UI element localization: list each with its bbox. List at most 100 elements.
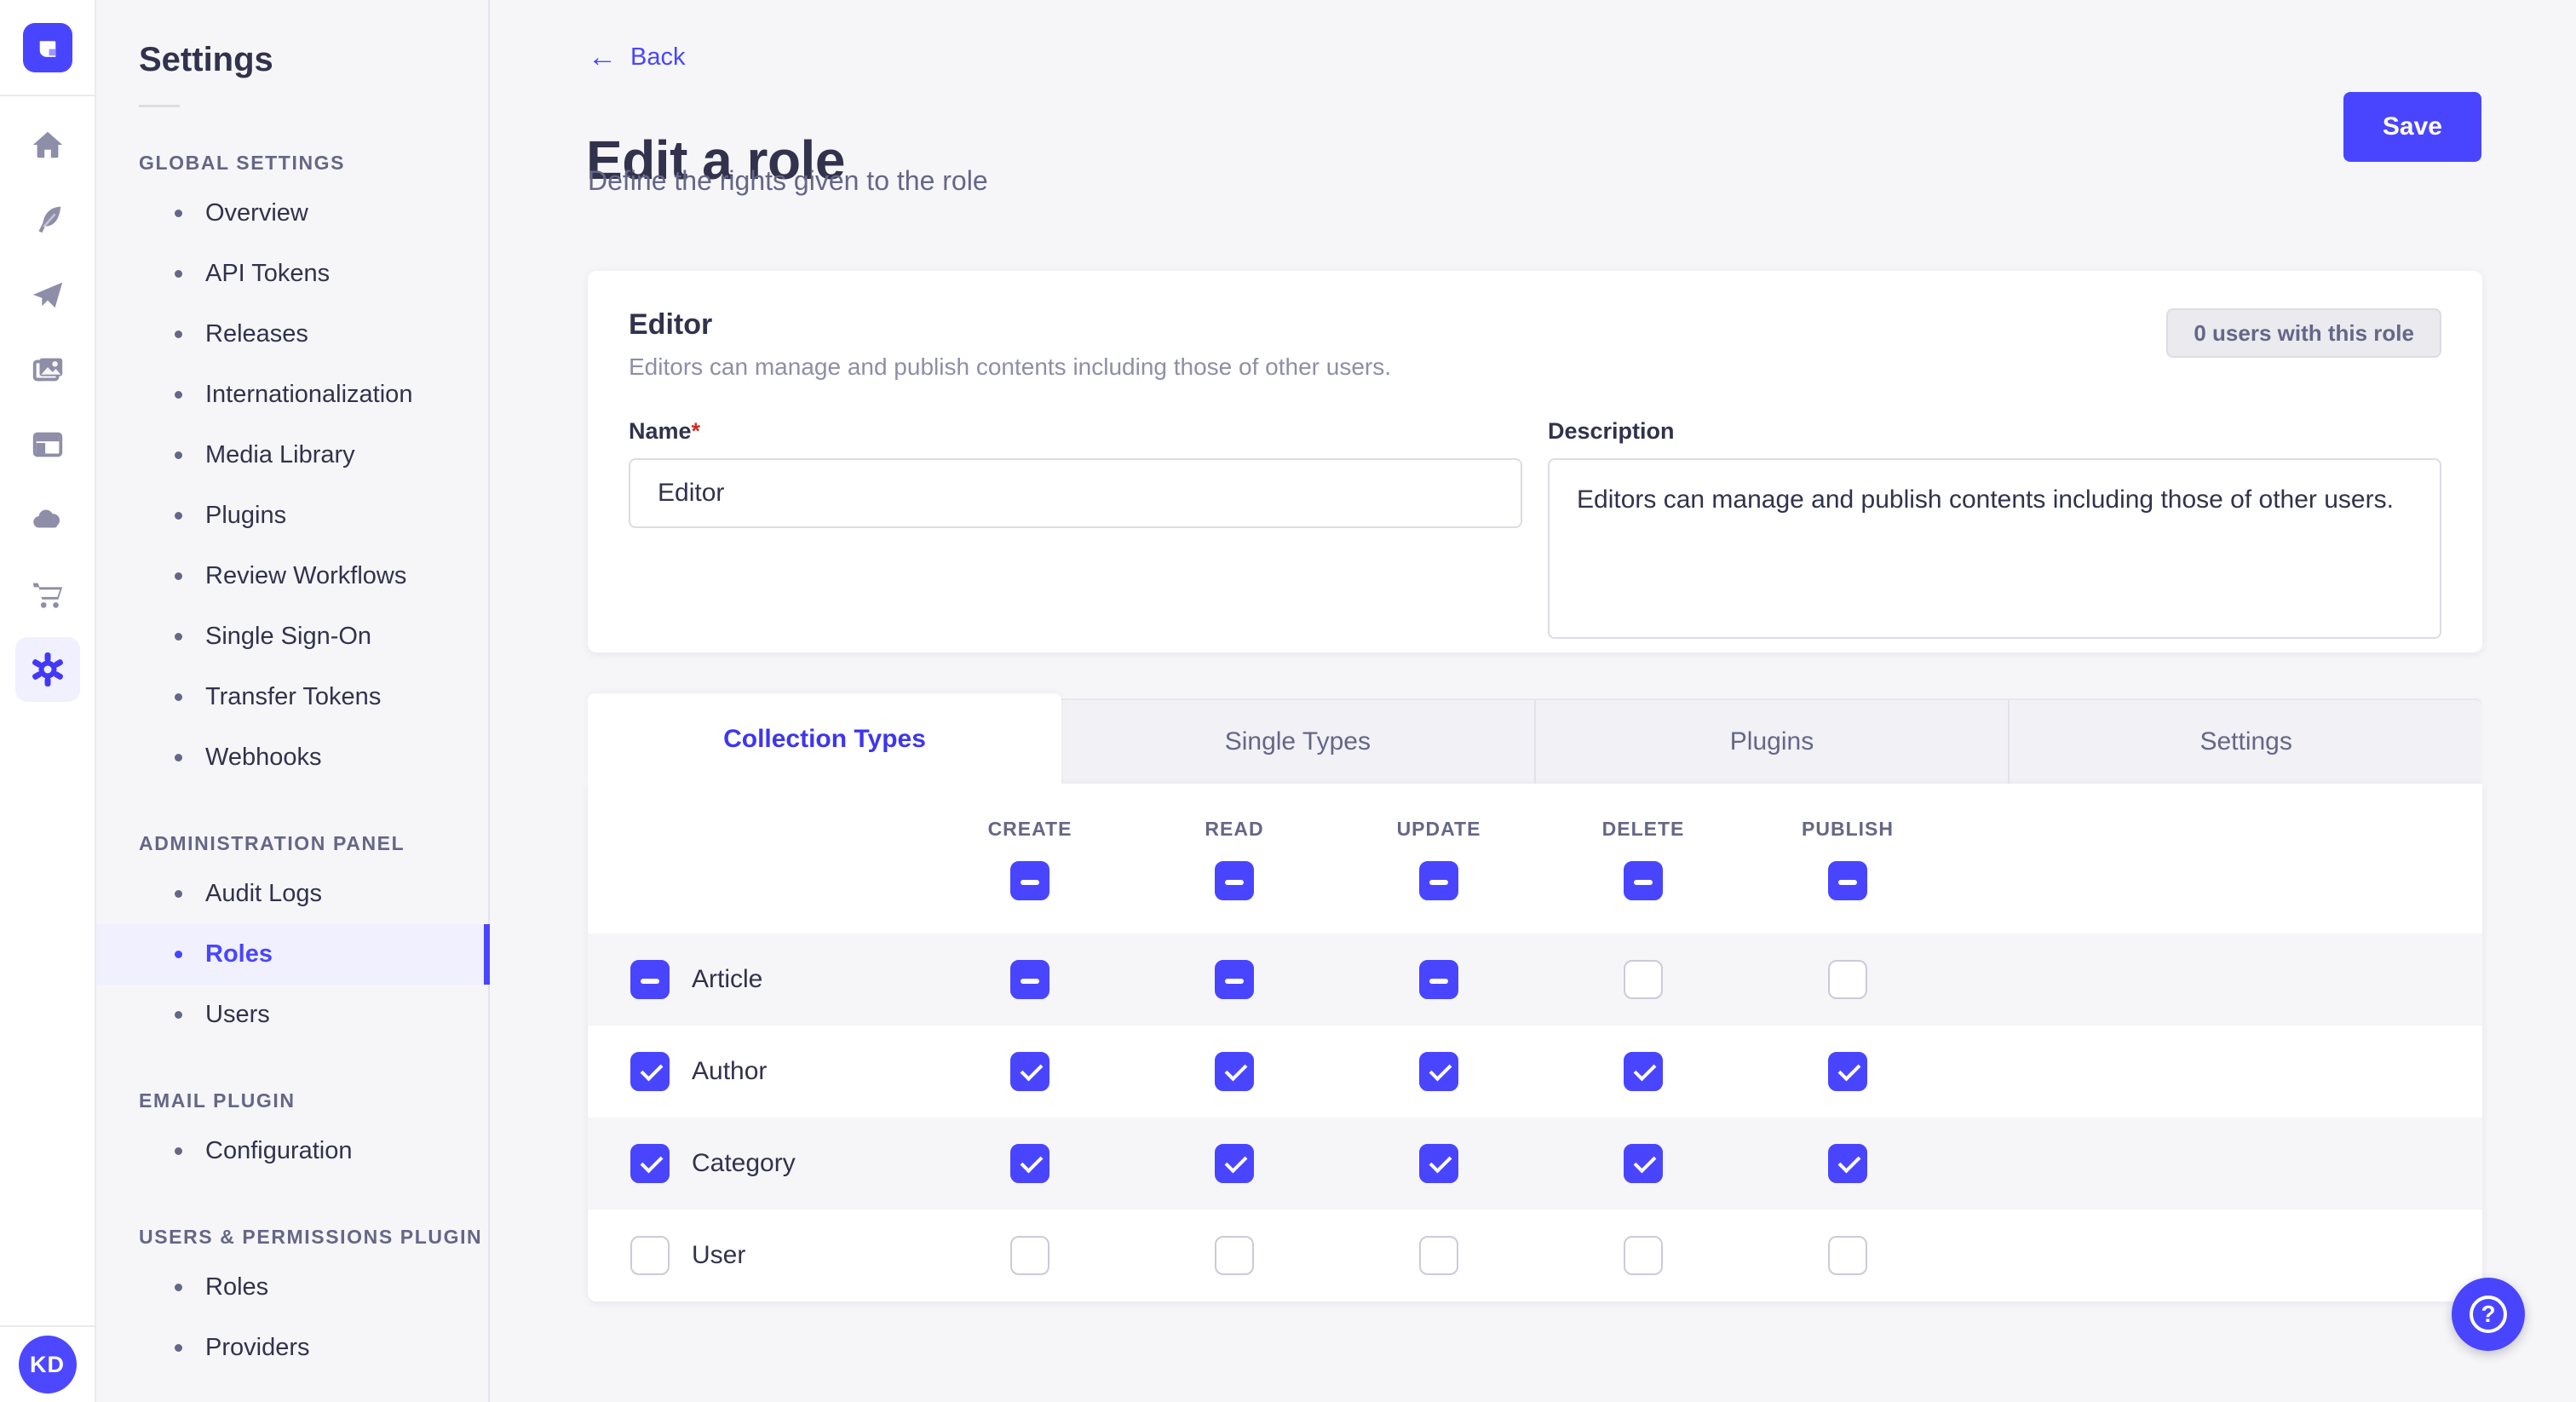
permission-cell bbox=[1745, 1052, 1950, 1091]
page-subtitle: Define the rights given to the role bbox=[588, 165, 988, 197]
column-label: Read bbox=[1205, 818, 1263, 841]
user-publish-checkbox[interactable] bbox=[1828, 1236, 1867, 1275]
author-read-checkbox[interactable] bbox=[1215, 1052, 1254, 1091]
select-all-create-checkbox[interactable] bbox=[1010, 861, 1049, 900]
permission-cell bbox=[1745, 1144, 1950, 1183]
role-description-input[interactable] bbox=[1548, 458, 2441, 639]
media-library-icon[interactable] bbox=[0, 337, 95, 402]
select-all-read-checkbox[interactable] bbox=[1215, 861, 1254, 900]
name-label: Name* bbox=[629, 418, 1522, 445]
release-send-icon[interactable] bbox=[0, 262, 95, 327]
sidebar-item-label: Audit Logs bbox=[205, 880, 322, 908]
sidebar-title: Settings bbox=[96, 41, 488, 79]
sidebar-item-roles[interactable]: Roles bbox=[96, 924, 488, 985]
sidebar-section-heading: Email Plugin bbox=[96, 1089, 488, 1112]
sidebar-item-media-library[interactable]: Media Library bbox=[96, 425, 488, 486]
tab-single-types[interactable]: Single Types bbox=[1061, 700, 1534, 784]
category-delete-checkbox[interactable] bbox=[1624, 1144, 1663, 1183]
select-all-update-checkbox[interactable] bbox=[1419, 861, 1458, 900]
tab-settings[interactable]: Settings bbox=[2008, 700, 2482, 784]
users-with-role-button[interactable]: 0 users with this role bbox=[2166, 308, 2441, 358]
permission-cell bbox=[928, 1052, 1132, 1091]
sidebar-item-single-sign-on[interactable]: Single Sign-On bbox=[96, 606, 488, 667]
select-all-publish-checkbox[interactable] bbox=[1828, 861, 1867, 900]
select-all-delete-checkbox[interactable] bbox=[1624, 861, 1663, 900]
select-row-user-checkbox[interactable] bbox=[630, 1236, 670, 1275]
article-publish-checkbox[interactable] bbox=[1828, 960, 1867, 999]
settings-sidebar: Settings Global SettingsOverviewAPI Toke… bbox=[96, 0, 490, 1402]
help-button[interactable]: ? bbox=[2452, 1278, 2525, 1351]
sidebar-item-internationalization[interactable]: Internationalization bbox=[96, 365, 488, 425]
strapi-logo-icon[interactable] bbox=[23, 23, 72, 72]
sidebar-item-review-workflows[interactable]: Review Workflows bbox=[96, 546, 488, 606]
back-link[interactable]: ← Back bbox=[588, 43, 685, 72]
bullet-dot-icon bbox=[175, 391, 182, 399]
content-type-builder-icon[interactable] bbox=[0, 412, 95, 477]
sidebar-item-configuration[interactable]: Configuration bbox=[96, 1121, 488, 1181]
sidebar-item-label: Configuration bbox=[205, 1137, 353, 1165]
content-feather-icon[interactable] bbox=[0, 187, 95, 252]
user-read-checkbox[interactable] bbox=[1215, 1236, 1254, 1275]
sidebar-item-plugins[interactable]: Plugins bbox=[96, 486, 488, 546]
sidebar-item-releases[interactable]: Releases bbox=[96, 304, 488, 365]
bullet-dot-icon bbox=[175, 1284, 182, 1291]
author-delete-checkbox[interactable] bbox=[1624, 1052, 1663, 1091]
sidebar-item-label: Releases bbox=[205, 320, 308, 348]
sidebar-item-webhooks[interactable]: Webhooks bbox=[96, 727, 488, 788]
save-button[interactable]: Save bbox=[2343, 92, 2481, 162]
sidebar-item-label: Single Sign-On bbox=[205, 623, 371, 651]
role-description-text: Editors can manage and publish contents … bbox=[629, 353, 1391, 381]
sidebar-item-overview[interactable]: Overview bbox=[96, 183, 488, 244]
column-header-update: Update bbox=[1337, 818, 1541, 900]
user-delete-checkbox[interactable] bbox=[1624, 1236, 1663, 1275]
tab-collection-types[interactable]: Collection Types bbox=[588, 693, 1061, 785]
category-publish-checkbox[interactable] bbox=[1828, 1144, 1867, 1183]
bullet-dot-icon bbox=[175, 210, 182, 217]
article-create-checkbox[interactable] bbox=[1010, 960, 1049, 999]
select-row-author-checkbox[interactable] bbox=[630, 1052, 670, 1091]
content-type-label: Article bbox=[692, 965, 762, 994]
article-read-checkbox[interactable] bbox=[1215, 960, 1254, 999]
back-arrow-icon: ← bbox=[588, 43, 617, 72]
select-row-category-checkbox[interactable] bbox=[630, 1144, 670, 1183]
user-update-checkbox[interactable] bbox=[1419, 1236, 1458, 1275]
sidebar-item-transfer-tokens[interactable]: Transfer Tokens bbox=[96, 667, 488, 727]
bullet-dot-icon bbox=[175, 512, 182, 520]
sidebar-item-label: Roles bbox=[205, 1273, 268, 1301]
sidebar-item-api-tokens[interactable]: API Tokens bbox=[96, 244, 488, 304]
content-type-label: Author bbox=[692, 1057, 767, 1086]
category-update-checkbox[interactable] bbox=[1419, 1144, 1458, 1183]
category-read-checkbox[interactable] bbox=[1215, 1144, 1254, 1183]
sidebar-item-label: Review Workflows bbox=[205, 562, 406, 590]
sidebar-item-roles[interactable]: Roles bbox=[96, 1257, 488, 1318]
column-header-delete: Delete bbox=[1541, 818, 1745, 900]
author-update-checkbox[interactable] bbox=[1419, 1052, 1458, 1091]
sidebar-item-label: Internationalization bbox=[205, 381, 412, 409]
sidebar-item-users[interactable]: Users bbox=[96, 985, 488, 1045]
select-row-article-checkbox[interactable] bbox=[630, 960, 670, 999]
role-name-input[interactable] bbox=[629, 458, 1522, 528]
role-name-heading: Editor bbox=[629, 308, 1391, 342]
description-field-group: Description bbox=[1548, 418, 2441, 643]
permissions-panel: Collection TypesSingle TypesPluginsSetti… bbox=[588, 698, 2482, 1301]
sidebar-item-label: Plugins bbox=[205, 502, 286, 530]
bullet-dot-icon bbox=[175, 270, 182, 278]
user-create-checkbox[interactable] bbox=[1010, 1236, 1049, 1275]
bullet-dot-icon bbox=[175, 1147, 182, 1155]
cloud-icon[interactable] bbox=[0, 487, 95, 552]
marketplace-cart-icon[interactable] bbox=[0, 562, 95, 627]
category-create-checkbox[interactable] bbox=[1010, 1144, 1049, 1183]
settings-gear-icon[interactable] bbox=[0, 637, 95, 702]
permission-row-article: Article bbox=[588, 934, 2482, 1026]
description-label: Description bbox=[1548, 418, 2441, 445]
sidebar-item-providers[interactable]: Providers bbox=[96, 1318, 488, 1378]
author-create-checkbox[interactable] bbox=[1010, 1052, 1049, 1091]
tab-plugins[interactable]: Plugins bbox=[1534, 700, 2009, 784]
sidebar-item-audit-logs[interactable]: Audit Logs bbox=[96, 864, 488, 924]
home-icon[interactable] bbox=[0, 112, 95, 177]
article-update-checkbox[interactable] bbox=[1419, 960, 1458, 999]
article-delete-checkbox[interactable] bbox=[1624, 960, 1663, 999]
user-avatar[interactable]: KD bbox=[19, 1336, 77, 1393]
author-publish-checkbox[interactable] bbox=[1828, 1052, 1867, 1091]
logo-box bbox=[0, 0, 95, 96]
